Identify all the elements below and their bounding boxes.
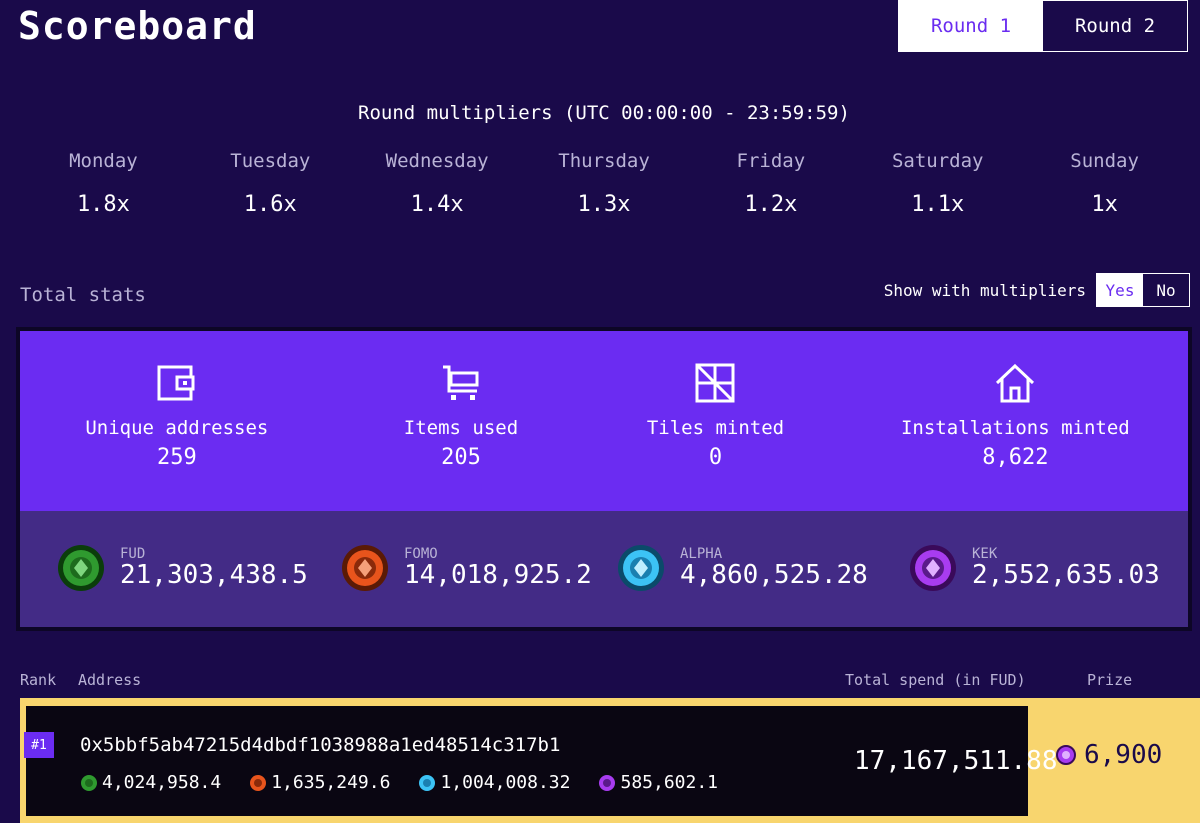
- fomo-coin-icon: [250, 774, 267, 791]
- stat-label: Tiles minted: [646, 417, 785, 439]
- breakdown-value: 4,024,958.4: [102, 772, 222, 793]
- house-icon: [996, 363, 1035, 403]
- row-details: #1 0x5bbf5ab47215d4dbdf1038988a1ed48514c…: [24, 706, 1058, 816]
- total-stats-panel: Unique addresses 259 Items used 205 Tile…: [16, 327, 1192, 631]
- total-spend-value: 17,167,511.88: [854, 746, 1058, 776]
- stat-value: 205: [441, 445, 481, 470]
- breakdown-fud: 4,024,958.4: [80, 772, 221, 793]
- fud-coin-icon: [58, 545, 104, 591]
- stat-value: 259: [156, 445, 197, 470]
- breakdown-kek: 585,602.1: [598, 772, 718, 793]
- alchemica-amount: 21,303,438.5: [120, 560, 308, 590]
- toggle-yes-button[interactable]: Yes: [1097, 274, 1143, 306]
- day-thursday: Thursday 1.3x: [521, 150, 688, 217]
- ghst-coin-icon: [1056, 745, 1076, 765]
- breakdown-fomo: 1,635,249.6: [249, 772, 390, 793]
- alchemica-amount: 14,018,925.2: [404, 560, 592, 590]
- multipliers-days: Monday 1.8x Tuesday 1.6x Wednesday 1.4x …: [20, 150, 1188, 217]
- multiplier-toggle: Show with multipliers Yes No: [884, 273, 1190, 307]
- column-header-total: Total spend (in FUD): [845, 671, 1026, 689]
- day-multiplier: 1x: [1091, 192, 1118, 217]
- column-header-address: Address: [78, 671, 142, 689]
- day-multiplier: 1.2x: [744, 192, 798, 217]
- kek-coin-icon: [599, 774, 616, 791]
- day-multiplier: 1.4x: [410, 192, 464, 217]
- breakdown-alpha: 1,004,008.32: [418, 772, 570, 793]
- alchemica-fomo: FOMO 14,018,925.2: [340, 543, 592, 593]
- day-name: Friday: [736, 150, 806, 172]
- breakdown-value: 585,602.1: [620, 772, 719, 793]
- alchemica-fud: FUD 21,303,438.5: [56, 543, 308, 593]
- rank-badge: #1: [24, 732, 54, 758]
- stat-label: Items used: [403, 417, 519, 439]
- alchemica-amount: 2,552,635.03: [972, 560, 1160, 590]
- wallet-address[interactable]: 0x5bbf5ab47215d4dbdf1038988a1ed48514c317…: [80, 734, 560, 756]
- day-name: Monday: [69, 150, 138, 172]
- multipliers-heading: Round multipliers (UTC 00:00:00 - 23:59:…: [358, 102, 850, 124]
- day-name: Saturday: [891, 150, 984, 172]
- total-stats-label: Total stats: [20, 284, 146, 306]
- kek-coin-icon: [910, 545, 956, 591]
- multiplier-toggle-group: Yes No: [1096, 273, 1190, 307]
- toggle-no-button[interactable]: No: [1143, 274, 1189, 306]
- day-tuesday: Tuesday 1.6x: [187, 150, 354, 217]
- stats-summary: Unique addresses 259 Items used 205 Tile…: [20, 331, 1188, 511]
- alpha-coin-icon: [618, 545, 664, 591]
- stat-items-used: Items used 205: [334, 331, 589, 511]
- stat-unique-addresses: Unique addresses 259: [20, 331, 334, 511]
- day-multiplier: 1.8x: [76, 192, 130, 217]
- page-title: Scoreboard: [18, 4, 257, 48]
- prize: 6,900: [1056, 740, 1162, 770]
- day-wednesday: Wednesday 1.4x: [354, 150, 521, 217]
- tile-icon: [695, 363, 735, 403]
- fomo-coin-icon: [342, 545, 388, 591]
- scoreboard-page: Scoreboard Round 1 Round 2 Round multipl…: [0, 0, 1200, 823]
- day-multiplier: 1.6x: [243, 192, 297, 217]
- alpha-coin-icon: [419, 774, 436, 791]
- day-sunday: Sunday 1x: [1021, 150, 1188, 217]
- alchemica-kek: KEK 2,552,635.03: [908, 543, 1160, 593]
- day-name: Thursday: [558, 150, 650, 172]
- day-saturday: Saturday 1.1x: [854, 150, 1021, 217]
- stat-label: Unique addresses: [85, 417, 269, 439]
- column-header-rank: Rank: [20, 671, 57, 689]
- day-name: Wednesday: [385, 150, 489, 172]
- tab-round-2[interactable]: Round 2: [1043, 1, 1187, 51]
- prize-value: 6,900: [1084, 740, 1163, 770]
- multiplier-toggle-label: Show with multipliers: [883, 280, 1086, 300]
- round-tabs: Round 1 Round 2: [898, 0, 1188, 52]
- stat-value: 0: [708, 445, 723, 470]
- stat-tiles-minted: Tiles minted 0: [588, 331, 843, 511]
- day-friday: Friday 1.2x: [687, 150, 854, 217]
- column-header-prize: Prize: [1087, 671, 1133, 689]
- tab-round-1[interactable]: Round 1: [899, 1, 1043, 51]
- day-name: Sunday: [1070, 150, 1139, 172]
- cart-icon: [442, 365, 479, 400]
- day-multiplier: 1.1x: [911, 192, 965, 217]
- breakdown-value: 1,004,008.32: [440, 772, 571, 793]
- stat-label: Installations minted: [900, 417, 1130, 439]
- alchemica-amount: 4,860,525.28: [680, 560, 868, 590]
- stat-value: 8,622: [982, 445, 1049, 470]
- day-monday: Monday 1.8x: [20, 150, 187, 217]
- alchemica-totals: FUD 21,303,438.5 FOMO 14,018,925.2 ALPHA…: [20, 511, 1188, 627]
- breakdown-value: 1,635,249.6: [271, 772, 391, 793]
- day-name: Tuesday: [230, 150, 311, 172]
- day-multiplier: 1.3x: [577, 192, 631, 217]
- stat-installations-minted: Installations minted 8,622: [843, 331, 1188, 511]
- wallet-icon: [157, 365, 195, 401]
- alchemica-alpha: ALPHA 4,860,525.28: [616, 543, 868, 593]
- table-row[interactable]: #1 0x5bbf5ab47215d4dbdf1038988a1ed48514c…: [20, 698, 1200, 823]
- fud-coin-icon: [81, 774, 97, 791]
- alchemica-breakdown: 4,024,958.4 1,635,249.6 1,004,008.32 585…: [80, 772, 746, 793]
